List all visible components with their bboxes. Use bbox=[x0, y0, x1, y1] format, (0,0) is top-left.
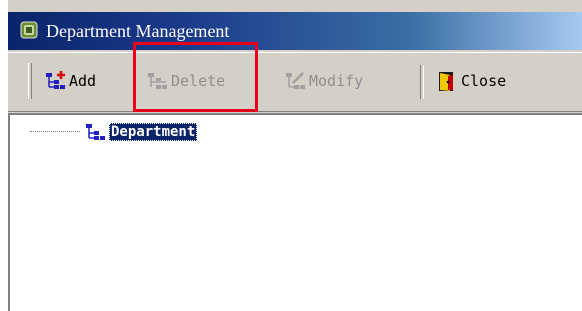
tree-node-department[interactable]: Department bbox=[30, 121, 198, 143]
toolbar-grip[interactable] bbox=[28, 63, 32, 99]
tree-node-label: Department bbox=[109, 123, 198, 141]
department-management-window: Department Management Add Delete Modify … bbox=[8, 0, 582, 311]
department-tree-icon bbox=[86, 124, 105, 140]
window-title: Department Management bbox=[46, 21, 230, 41]
add-button[interactable]: Add bbox=[44, 67, 96, 95]
modify-button[interactable]: Modify bbox=[284, 67, 363, 95]
modify-button-label: Modify bbox=[309, 72, 364, 90]
tree-connector-line bbox=[30, 131, 80, 133]
close-button[interactable]: Close bbox=[436, 67, 506, 95]
toolbar: Add Delete Modify Close bbox=[8, 52, 582, 112]
add-department-icon bbox=[46, 71, 65, 89]
modify-department-icon bbox=[286, 72, 305, 89]
annotation-highlight-box bbox=[133, 42, 258, 112]
title-bar[interactable]: Department Management bbox=[8, 12, 582, 50]
department-tree[interactable]: Department bbox=[8, 113, 582, 311]
toolbar-separator bbox=[420, 65, 424, 99]
add-button-label: Add bbox=[69, 72, 97, 90]
app-icon bbox=[20, 21, 38, 39]
close-button-label: Close bbox=[461, 72, 507, 90]
exit-door-icon bbox=[439, 72, 453, 91]
